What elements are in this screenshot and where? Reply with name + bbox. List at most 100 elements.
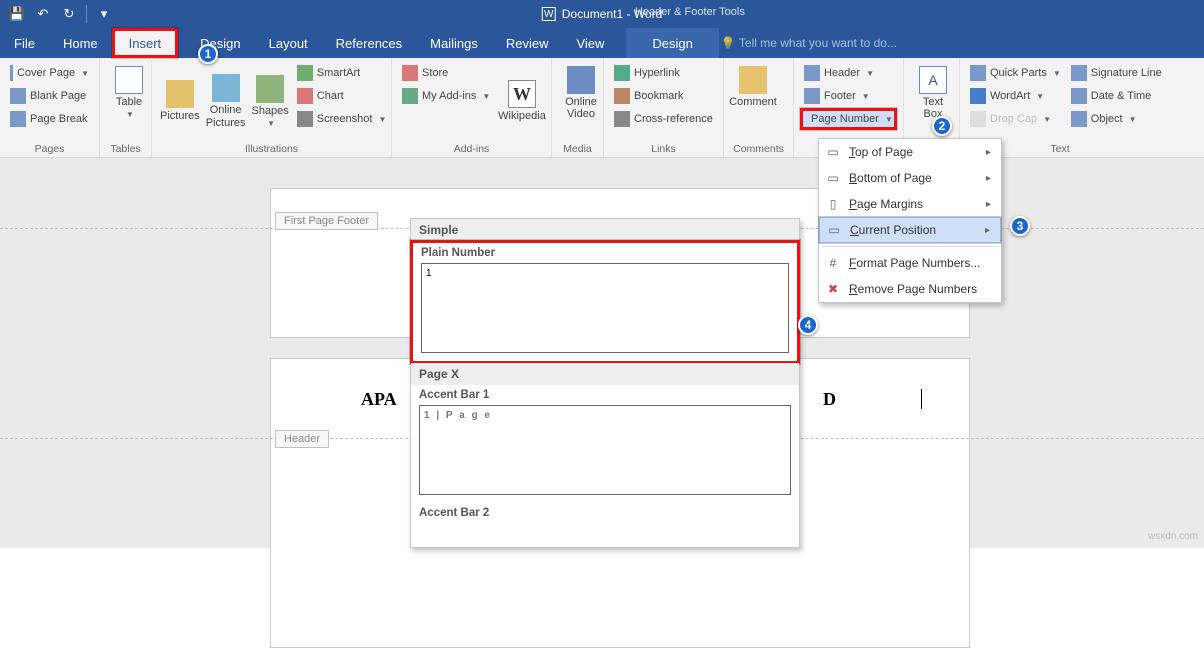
top-page-icon: ▭ xyxy=(825,144,841,160)
table-icon xyxy=(115,66,143,94)
page-number-button[interactable]: Page Number▼ xyxy=(800,108,897,130)
tab-file[interactable]: File xyxy=(0,28,49,58)
redo-icon[interactable]: ↻ xyxy=(58,3,80,25)
gallery-accent2-label: Accent Bar 2 xyxy=(411,503,799,521)
format-icon: # xyxy=(825,255,841,271)
textbox-icon: A xyxy=(919,66,947,94)
wikipedia-icon: W xyxy=(508,80,536,108)
group-label-comments: Comments xyxy=(730,141,787,155)
datetime-icon xyxy=(1071,88,1087,104)
tell-me-input[interactable]: Tell me what you want to do... xyxy=(719,28,1204,58)
group-label-media: Media xyxy=(558,141,597,155)
signature-icon xyxy=(1071,65,1087,81)
page-number-gallery[interactable]: Simple Plain Number 1 Page X Accent Bar … xyxy=(410,218,800,548)
watermark: wsxdn.com xyxy=(1148,531,1198,542)
tab-mailings[interactable]: Mailings xyxy=(416,28,492,58)
annotation-3: 3 xyxy=(1010,216,1030,236)
gallery-sample-1: 1 xyxy=(426,268,432,279)
smartart-button[interactable]: SmartArt xyxy=(293,62,391,84)
gallery-item-accent1[interactable]: 1 | P a g e xyxy=(419,405,791,495)
menu-bottom-of-page[interactable]: ▭Bottom of Page▸ xyxy=(819,165,1001,191)
shapes-button[interactable]: Shapes▼ xyxy=(249,62,290,141)
wikipedia-button[interactable]: WWikipedia xyxy=(499,62,545,141)
tab-review[interactable]: Review xyxy=(492,28,563,58)
menu-separator xyxy=(821,246,999,247)
header-button[interactable]: Header▼ xyxy=(800,62,897,84)
gallery-header-pagex: Page X xyxy=(411,363,799,385)
wordart-icon xyxy=(970,88,986,104)
comment-icon xyxy=(739,66,767,94)
group-comments: Comment Comments xyxy=(724,58,794,157)
hyperlink-button[interactable]: Hyperlink xyxy=(610,62,717,84)
tab-layout[interactable]: Layout xyxy=(255,28,322,58)
screenshot-button[interactable]: Screenshot▼ xyxy=(293,108,391,130)
gallery-header-simple: Simple xyxy=(411,219,799,241)
group-illustrations: Pictures Online Pictures Shapes▼ SmartAr… xyxy=(152,58,392,157)
menu-current-position[interactable]: ▭Current Position▸ xyxy=(819,217,1001,243)
blank-page-button[interactable]: Blank Page xyxy=(6,85,93,107)
store-button[interactable]: Store xyxy=(398,62,497,84)
menu-top-of-page[interactable]: ▭TTop of Pageop of Page▸ xyxy=(819,139,1001,165)
page-number-menu: ▭TTop of Pageop of Page▸ ▭Bottom of Page… xyxy=(818,138,1002,303)
doc-text-d: D xyxy=(823,389,836,410)
margins-icon: ▯ xyxy=(825,196,841,212)
context-tools-label: Header & Footer Tools xyxy=(635,6,745,18)
bookmark-button[interactable]: Bookmark xyxy=(610,85,717,107)
bookmark-icon xyxy=(614,88,630,104)
gallery-item-plain-number[interactable]: 1 xyxy=(421,263,789,353)
wordart-button[interactable]: WordArt▼ xyxy=(966,85,1065,107)
tab-insert[interactable]: Insert xyxy=(112,28,179,58)
signature-line-button[interactable]: Signature Line xyxy=(1067,62,1166,84)
store-icon xyxy=(402,65,418,81)
group-label-illustrations: Illustrations xyxy=(158,141,385,155)
addins-icon xyxy=(402,88,418,104)
current-pos-icon: ▭ xyxy=(826,222,842,238)
chart-icon xyxy=(297,88,313,104)
group-links: Hyperlink Bookmark Cross-reference Links xyxy=(604,58,724,157)
quick-parts-button[interactable]: Quick Parts▼ xyxy=(966,62,1065,84)
comment-button[interactable]: Comment xyxy=(730,62,776,112)
pictures-button[interactable]: Pictures xyxy=(158,62,202,141)
annotation-4: 4 xyxy=(798,315,818,335)
group-label-tables: Tables xyxy=(106,141,145,155)
annotation-2: 2 xyxy=(932,116,952,136)
cross-reference-button[interactable]: Cross-reference xyxy=(610,108,717,130)
tab-references[interactable]: References xyxy=(322,28,416,58)
footer-button[interactable]: Footer▼ xyxy=(800,85,897,107)
quickparts-icon xyxy=(970,65,986,81)
blank-page-icon xyxy=(10,88,26,104)
group-label-links: Links xyxy=(610,141,717,155)
remove-icon: ✖ xyxy=(825,281,841,297)
drop-cap-button[interactable]: Drop Cap▼ xyxy=(966,108,1065,130)
online-pictures-button[interactable]: Online Pictures xyxy=(204,62,248,141)
tab-home[interactable]: Home xyxy=(49,28,112,58)
my-addins-button[interactable]: My Add-ins▼ xyxy=(398,85,497,107)
gallery-accent1-label: Accent Bar 1 xyxy=(411,385,799,403)
online-video-button[interactable]: Online Video xyxy=(558,62,604,124)
qat-customize-icon[interactable]: ▾ xyxy=(93,3,115,25)
page-break-button[interactable]: Page Break xyxy=(6,108,93,130)
date-time-button[interactable]: Date & Time xyxy=(1067,85,1166,107)
header-icon xyxy=(804,65,820,81)
tab-hf-design[interactable]: Design xyxy=(626,28,718,58)
menu-page-margins[interactable]: ▯Page Margins▸ xyxy=(819,191,1001,217)
gallery-plain-number-label: Plain Number xyxy=(413,243,797,261)
page-break-icon xyxy=(10,111,26,127)
group-media: Online Video Media xyxy=(552,58,604,157)
menu-format-numbers[interactable]: #Format Page Numbers... xyxy=(819,250,1001,276)
bottom-page-icon: ▭ xyxy=(825,170,841,186)
chart-button[interactable]: Chart xyxy=(293,85,391,107)
group-pages: Cover Page▼ Blank Page Page Break Pages xyxy=(0,58,100,157)
group-addins: Store My Add-ins▼ WWikipedia Add-ins xyxy=(392,58,552,157)
hyperlink-icon xyxy=(614,65,630,81)
menu-remove-numbers[interactable]: ✖Remove Page Numbers xyxy=(819,276,1001,302)
tab-view[interactable]: View xyxy=(562,28,618,58)
object-button[interactable]: Object▼ xyxy=(1067,108,1166,130)
video-icon xyxy=(567,66,595,94)
title-bar: 💾 ↶ ↻ ▾ W Document1 - Word Header & Foot… xyxy=(0,0,1204,28)
annotation-1: 1 xyxy=(198,44,218,64)
save-icon[interactable]: 💾 xyxy=(6,3,28,25)
undo-icon[interactable]: ↶ xyxy=(32,3,54,25)
cover-page-button[interactable]: Cover Page▼ xyxy=(6,62,93,84)
table-button[interactable]: Table ▼ xyxy=(106,62,152,123)
